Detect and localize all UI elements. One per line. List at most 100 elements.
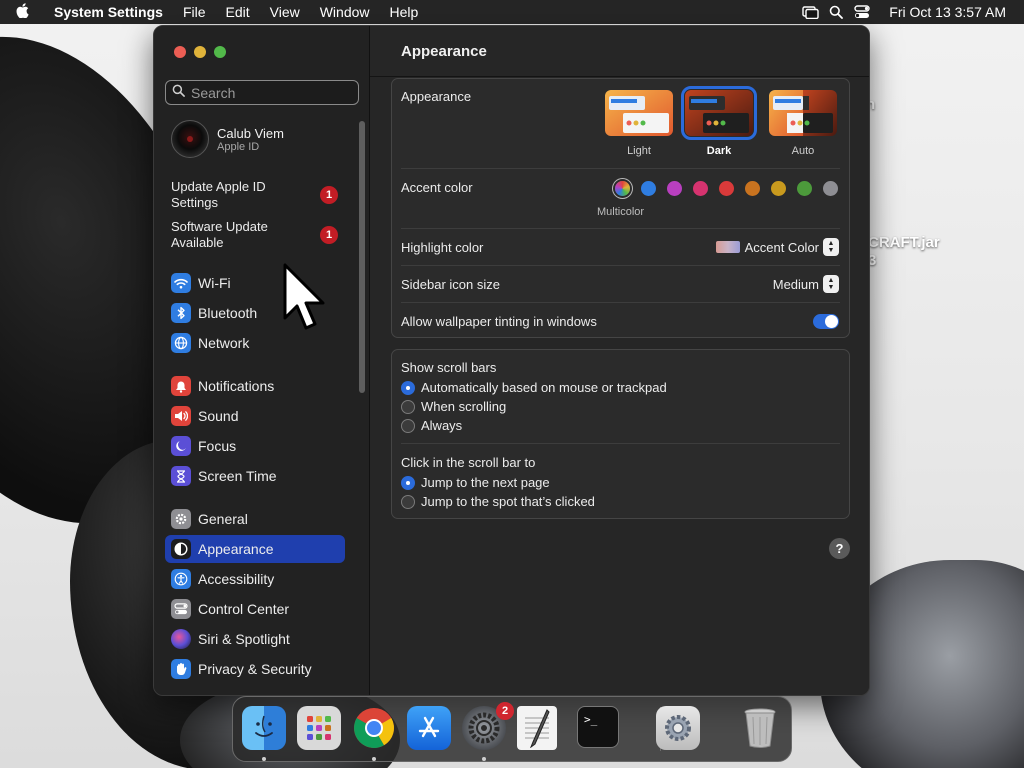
trash-icon[interactable] [738, 706, 782, 750]
accent-purple-swatch[interactable] [667, 181, 682, 196]
appearance-pane: Appearance Appearance Light Dark Auto Ac… [370, 26, 869, 695]
radio-button[interactable] [401, 399, 415, 414]
hand-icon [171, 659, 191, 679]
running-indicator [262, 757, 266, 761]
accent-red-swatch[interactable] [719, 181, 734, 196]
accent-yellow-swatch[interactable] [771, 181, 786, 196]
radio-button[interactable] [401, 418, 415, 433]
menu-file[interactable]: File [173, 4, 216, 20]
scroll-bars-when-scrolling-option[interactable]: When scrolling [401, 399, 506, 414]
radio-label: Jump to the spot that’s clicked [421, 494, 595, 509]
sidebar-item-focus[interactable]: Focus [165, 432, 345, 460]
appearance-auto-option[interactable] [769, 90, 837, 136]
sidebar-item-label: Control Center [198, 601, 290, 617]
click-scroll-spot-option[interactable]: Jump to the spot that’s clicked [401, 494, 595, 509]
minimize-button[interactable] [194, 46, 206, 58]
finder-icon[interactable] [242, 706, 286, 750]
sidebar-item-notifications[interactable]: Notifications [165, 372, 345, 400]
highlight-swatch [715, 241, 740, 253]
dock: 2 >_ [232, 696, 792, 762]
show-scroll-bars-label: Show scroll bars [401, 360, 497, 375]
screen-mirroring-icon[interactable] [797, 5, 823, 19]
appearance-light-option[interactable] [605, 90, 673, 136]
search-input[interactable] [191, 84, 351, 101]
chevron-updown-icon: ▲ ▼ [823, 238, 839, 256]
apple-menu-icon[interactable] [0, 2, 44, 22]
highlight-color-popup[interactable]: Accent Color ▲ ▼ [715, 238, 839, 256]
sidebar-item-control-center[interactable]: Control Center [165, 595, 345, 623]
account-name: Calub Viem [217, 125, 284, 141]
sidebar-item-label: Screen Time [198, 468, 277, 484]
appearance-option-label: Auto [791, 145, 815, 157]
sidebar-item-label: Appearance [198, 541, 274, 557]
accessibility-icon [171, 569, 191, 589]
radio-button[interactable] [401, 475, 415, 490]
menu-view[interactable]: View [260, 4, 310, 20]
accent-multicolor-swatch[interactable] [615, 181, 630, 196]
sidebar-item-general[interactable]: General [165, 505, 345, 533]
wifi-icon [171, 273, 191, 293]
menu-app-name[interactable]: System Settings [44, 4, 173, 20]
accent-blue-swatch[interactable] [641, 181, 656, 196]
sidebar-item-screen-time[interactable]: Screen Time [165, 462, 345, 490]
sidebar-item-sound[interactable]: Sound [165, 402, 345, 430]
sidebar-icon-size-popup[interactable]: Medium ▲ ▼ [773, 275, 839, 293]
accent-selected-caption: Multicolor [597, 206, 645, 218]
launchpad-icon[interactable] [297, 706, 341, 750]
notification-badge: 2 [496, 702, 514, 720]
close-button[interactable] [174, 46, 186, 58]
accent-pink-swatch[interactable] [693, 181, 708, 196]
control-center-icon[interactable] [849, 5, 875, 19]
app-store-icon[interactable] [407, 706, 451, 750]
divider [401, 443, 840, 444]
search-icon[interactable] [823, 5, 849, 19]
sidebar-item-siri-spotlight[interactable]: Siri & Spotlight [165, 625, 345, 653]
terminal-glyph: >_ [584, 713, 598, 726]
click-scroll-next-page-option[interactable]: Jump to the next page [401, 475, 550, 490]
sidebar-item-label: Notifications [198, 378, 275, 394]
highlight-color-label: Highlight color [401, 240, 484, 255]
radio-button[interactable] [401, 494, 415, 509]
desktop-file-label[interactable]: CRAFT.jar [868, 234, 940, 251]
speaker-icon [171, 406, 191, 426]
help-button[interactable]: ? [829, 538, 850, 559]
sidebar-scrollbar[interactable] [359, 121, 365, 393]
sidebar-item-appearance[interactable]: Appearance [165, 535, 345, 563]
scroll-bars-automatic-option[interactable]: Automatically based on mouse or trackpad [401, 380, 667, 395]
appearance-label: Appearance [401, 89, 472, 104]
sidebar-item-label: Accessibility [198, 571, 275, 587]
divider [401, 302, 840, 303]
menu-window[interactable]: Window [310, 4, 380, 20]
accent-green-swatch[interactable] [797, 181, 812, 196]
software-update-notice[interactable]: Software Update Available [171, 219, 311, 251]
menu-edit[interactable]: Edit [216, 4, 260, 20]
radio-label: Always [421, 418, 463, 433]
gear-app-icon[interactable] [656, 706, 700, 750]
bluetooth-icon [171, 303, 191, 323]
wallpaper-tinting-toggle[interactable] [813, 314, 839, 329]
highlight-color-value: Accent Color [744, 239, 819, 255]
running-indicator [372, 757, 376, 761]
menu-clock[interactable]: Fri Oct 13 3:57 AM [875, 4, 1024, 20]
search-field[interactable] [165, 80, 359, 105]
account-subtitle: Apple ID [217, 140, 260, 153]
apple-id-account[interactable]: Calub Viem Apple ID [171, 120, 284, 158]
control-center-icon [171, 599, 191, 619]
menu-bar: System Settings File Edit View Window He… [0, 0, 1024, 24]
sidebar-item-label: Network [198, 335, 250, 351]
sidebar-item-privacy-security[interactable]: Privacy & Security [165, 655, 345, 683]
accent-graphite-swatch[interactable] [823, 181, 838, 196]
textedit-icon[interactable] [517, 706, 557, 750]
chrome-icon[interactable] [352, 706, 396, 750]
appearance-icon [171, 539, 191, 559]
accent-orange-swatch[interactable] [745, 181, 760, 196]
sidebar-item-accessibility[interactable]: Accessibility [165, 565, 345, 593]
update-apple-id-notice[interactable]: Update Apple ID Settings [171, 179, 311, 211]
terminal-icon[interactable]: >_ [577, 706, 619, 748]
radio-button[interactable] [401, 380, 415, 395]
appearance-dark-option[interactable] [681, 86, 757, 140]
scroll-bars-always-option[interactable]: Always [401, 418, 462, 433]
zoom-button[interactable] [214, 46, 226, 58]
sidebar-item-label: General [198, 511, 248, 527]
menu-help[interactable]: Help [380, 4, 429, 20]
